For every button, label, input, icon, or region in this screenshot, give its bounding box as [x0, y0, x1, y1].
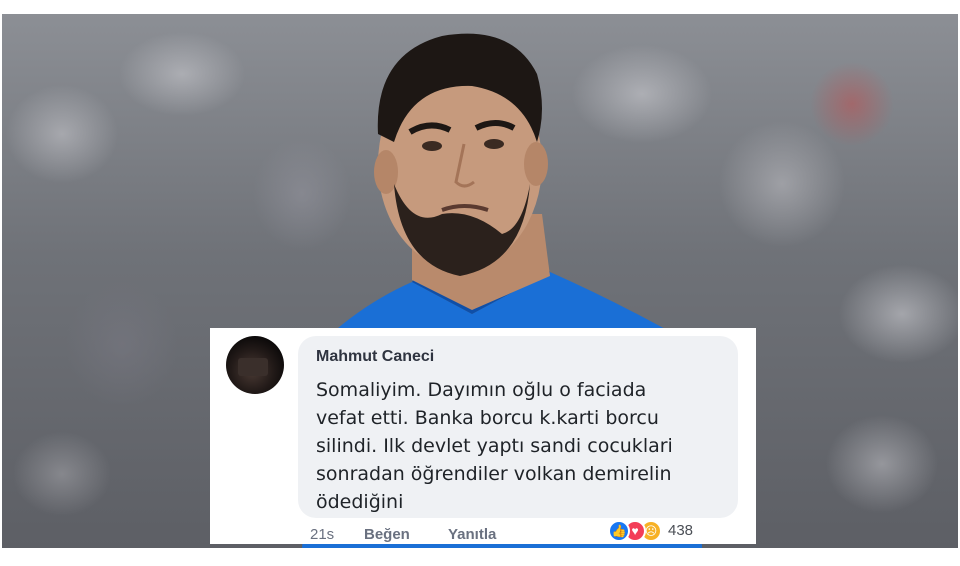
- reaction-count: 438: [668, 522, 694, 539]
- comment-bubble: Mahmut Caneci Somaliyim. Dayımın oğlu o …: [298, 336, 738, 518]
- comment-text: Somaliyim. Dayımın oğlu o faciada vefat …: [316, 376, 732, 516]
- like-icon: 👍: [608, 520, 630, 542]
- avatar[interactable]: [226, 336, 284, 394]
- facebook-comment: Mahmut Caneci Somaliyim. Dayımın oğlu o …: [210, 328, 756, 544]
- comment-line: ödediğini: [316, 491, 404, 513]
- comment-line: vefat etti. Banka borcu k.karti borcu: [316, 407, 659, 429]
- comment-line: sonradan öğrendiler volkan demirelin: [316, 463, 672, 485]
- comment-author[interactable]: Mahmut Caneci: [316, 348, 434, 366]
- comment-line: silindi. Ilk devlet yaptı sandi cocuklar…: [316, 435, 673, 457]
- reply-button[interactable]: Yanıtla: [448, 526, 496, 543]
- comment-timestamp[interactable]: 21s: [310, 526, 334, 543]
- comment-line: Somaliyim. Dayımın oğlu o faciada: [316, 379, 647, 401]
- like-button[interactable]: Beğen: [364, 526, 410, 543]
- bottom-margin: [0, 548, 960, 566]
- avatar-image-shape: [238, 358, 268, 376]
- reactions-summary[interactable]: 👍 ♥ ☹ 438: [608, 516, 738, 546]
